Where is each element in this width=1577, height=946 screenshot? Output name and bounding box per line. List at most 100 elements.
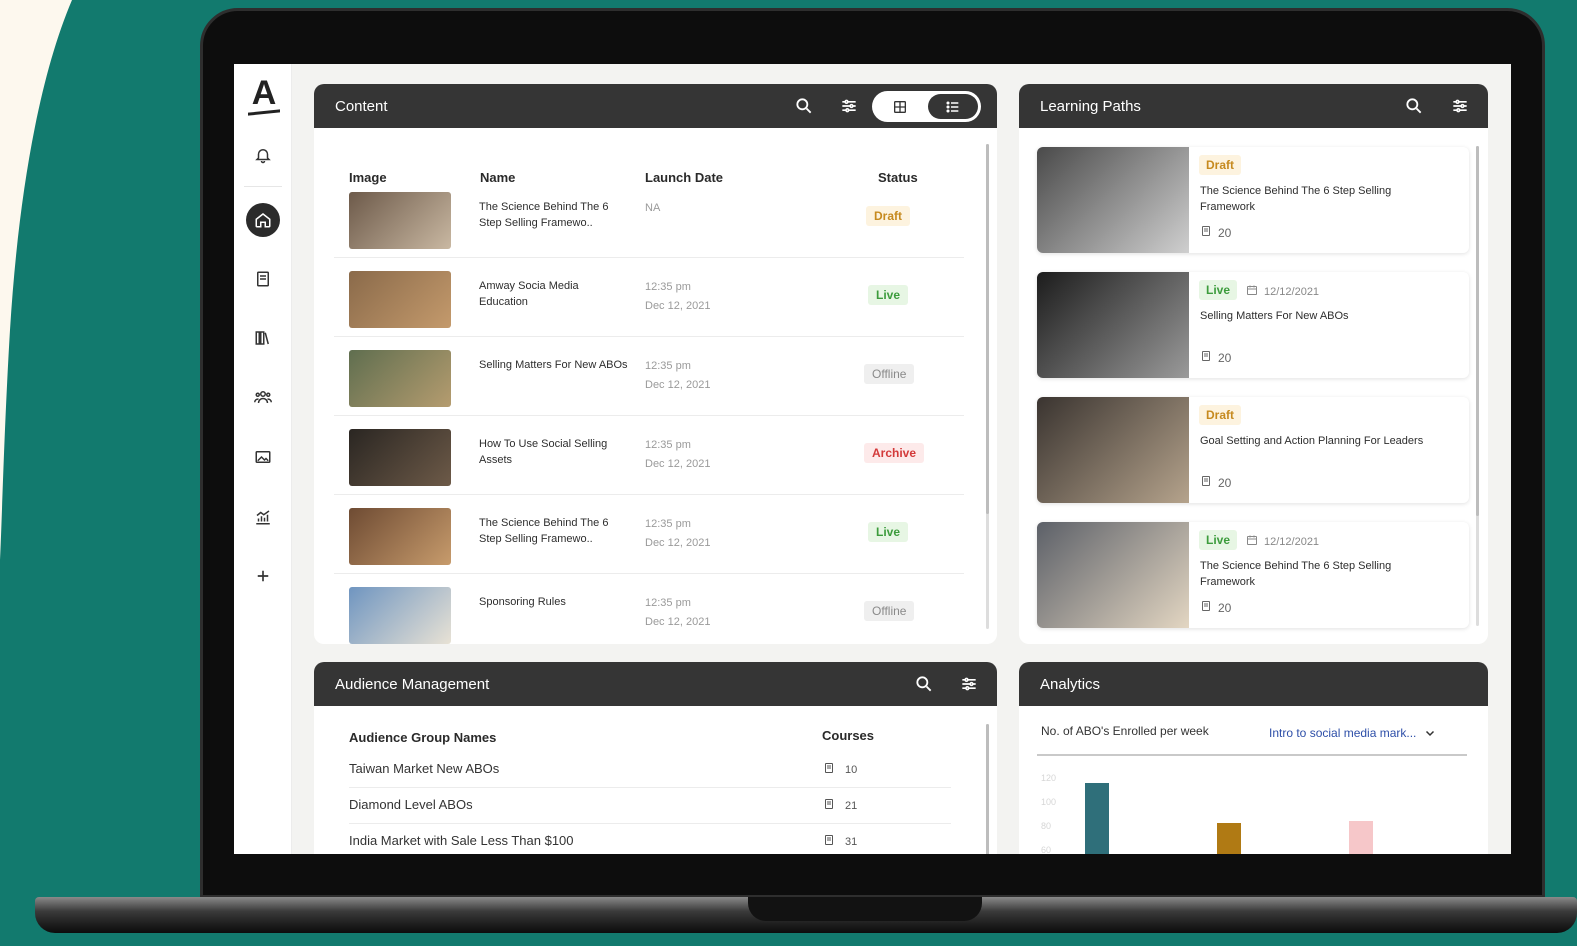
chart-bar bbox=[1349, 821, 1373, 854]
learning-path-image bbox=[1037, 397, 1189, 503]
book-icon bbox=[823, 834, 835, 849]
table-row[interactable]: Sponsoring Rules 12:35 pm Dec 12, 2021 Offl… bbox=[334, 574, 964, 644]
content-thumbnail bbox=[349, 508, 451, 565]
book-icon[interactable] bbox=[246, 262, 280, 296]
course-count: 31 bbox=[823, 834, 857, 849]
y-tick: 60 bbox=[1041, 845, 1052, 854]
audience-group-name: Taiwan Market New ABOs bbox=[349, 761, 500, 776]
status-badge: Live bbox=[868, 522, 909, 542]
course-count-value: 20 bbox=[1218, 350, 1232, 365]
filter-icon[interactable] bbox=[959, 674, 979, 694]
learning-path-title: The Science Behind The 6 Step Selling Fr… bbox=[1200, 560, 1392, 588]
table-row[interactable]: Selling Matters For New ABOs 12:35 pm Dec … bbox=[334, 337, 964, 416]
audience-group-name: Diamond Level ABOs bbox=[349, 797, 473, 812]
learning-path-title: Selling Matters For New ABOs bbox=[1200, 310, 1349, 322]
audience-title: Audience Management bbox=[335, 675, 490, 693]
analytics-icon[interactable] bbox=[246, 500, 280, 534]
launch-time: 12:35 pm bbox=[645, 360, 691, 372]
course-count: 10 bbox=[823, 762, 857, 777]
content-name: The Science Behind The 6 Step Selling Fr… bbox=[479, 201, 609, 229]
view-toggle bbox=[872, 91, 981, 122]
table-row[interactable]: Taiwan Market New ABOs 10 bbox=[349, 752, 951, 788]
y-tick: 100 bbox=[1041, 797, 1057, 807]
status-badge: Draft bbox=[1199, 405, 1242, 425]
course-count: 20 bbox=[1200, 225, 1231, 240]
book-icon bbox=[1200, 475, 1212, 490]
table-row[interactable]: Amway Socia Media Education 12:35 pm Dec 1… bbox=[334, 258, 964, 337]
column-header-courses: Courses bbox=[822, 728, 875, 743]
analytics-title: Analytics bbox=[1040, 675, 1101, 693]
chart-bar bbox=[1085, 782, 1109, 854]
plus-icon[interactable] bbox=[246, 559, 280, 593]
content-panel: Content Image Name Launch Date Status Th… bbox=[314, 84, 997, 644]
home-icon[interactable] bbox=[246, 203, 280, 237]
nav-rail: A bbox=[234, 64, 292, 854]
status-badge: Live bbox=[1199, 530, 1238, 550]
course-count-value: 31 bbox=[845, 835, 858, 848]
learning-path-image bbox=[1037, 522, 1189, 628]
learning-path-image bbox=[1037, 147, 1189, 253]
app-screen: A Content Image Name Launch Date Status … bbox=[234, 64, 1511, 854]
status-badge: Live bbox=[1199, 280, 1238, 300]
brand-logo[interactable]: A bbox=[248, 74, 280, 113]
launch-date: 12:35 pm Dec 12, 2021 bbox=[645, 357, 755, 395]
learning-path-card[interactable]: Live 12/12/2021 Selling Matters For New AB… bbox=[1037, 272, 1469, 378]
table-row[interactable]: Diamond Level ABOs 21 bbox=[349, 788, 951, 824]
launch-date: 12:35 pm Dec 12, 2021 bbox=[645, 278, 755, 316]
table-row[interactable]: The Science Behind The 6 Step Selling Fr… bbox=[334, 495, 964, 574]
learning-path-card[interactable]: Draft The Science Behind The 6 Step Selli… bbox=[1037, 147, 1469, 253]
laptop-notch bbox=[748, 897, 982, 921]
grid-view-icon[interactable] bbox=[876, 94, 924, 119]
content-title: Content bbox=[335, 97, 388, 115]
course-select[interactable]: Intro to social media mark... bbox=[1269, 726, 1436, 740]
chart-bar bbox=[1217, 823, 1241, 854]
content-scrollbar[interactable] bbox=[986, 144, 989, 629]
launch-date: NA bbox=[645, 199, 755, 218]
column-header-audience-group: Audience Group Names bbox=[349, 730, 497, 745]
content-thumbnail bbox=[349, 350, 451, 407]
people-icon[interactable] bbox=[246, 380, 280, 414]
search-icon[interactable] bbox=[914, 674, 934, 694]
course-count: 20 bbox=[1200, 600, 1231, 615]
learning-path-card[interactable]: Draft Goal Setting and Action Planning Fo… bbox=[1037, 397, 1469, 503]
learning-path-card[interactable]: Live 12/12/2021 The Science Behind The 6 S… bbox=[1037, 522, 1469, 628]
status-badge: Offline bbox=[864, 601, 915, 621]
search-icon[interactable] bbox=[1404, 96, 1424, 116]
learning-path-image bbox=[1037, 272, 1189, 378]
status-badge: Offline bbox=[864, 364, 915, 384]
book-icon bbox=[823, 762, 835, 777]
filter-icon[interactable] bbox=[1450, 96, 1470, 116]
launch-day: Dec 12, 2021 bbox=[645, 537, 711, 549]
book-icon bbox=[1200, 225, 1212, 240]
calendar-icon bbox=[1246, 534, 1258, 549]
filter-icon[interactable] bbox=[839, 96, 859, 116]
course-count-value: 10 bbox=[845, 763, 858, 776]
table-row[interactable]: India Market with Sale Less Than $100 31 bbox=[349, 824, 951, 854]
date-text: 12/12/2021 bbox=[1264, 285, 1320, 298]
launch-day: Dec 12, 2021 bbox=[645, 300, 711, 312]
chevron-down-icon bbox=[1426, 730, 1435, 737]
learning-path-date: 12/12/2021 bbox=[1246, 284, 1319, 299]
table-row[interactable]: How To Use Social Selling Assets 12:35 pm… bbox=[334, 416, 964, 495]
list-view-icon[interactable] bbox=[928, 94, 978, 119]
learning-paths-panel: Learning Paths Draft The Science Behind T… bbox=[1019, 84, 1488, 644]
launch-time: NA bbox=[645, 202, 661, 214]
course-select-value: Intro to social media mark... bbox=[1269, 726, 1417, 740]
library-icon[interactable] bbox=[246, 321, 280, 355]
course-count-value: 21 bbox=[845, 799, 858, 812]
table-row[interactable]: The Science Behind The 6 Step Selling Fr… bbox=[334, 179, 964, 258]
learning-path-date: 12/12/2021 bbox=[1246, 534, 1319, 549]
analytics-panel: Analytics No. of ABO's Enrolled per week… bbox=[1019, 662, 1488, 854]
learning-paths-scrollbar[interactable] bbox=[1476, 146, 1479, 626]
audience-scrollbar[interactable] bbox=[986, 724, 989, 854]
select-underline bbox=[1037, 754, 1467, 756]
search-icon[interactable] bbox=[794, 96, 814, 116]
rail-divider bbox=[244, 186, 282, 187]
y-tick: 120 bbox=[1041, 773, 1057, 783]
course-count: 20 bbox=[1200, 350, 1231, 365]
course-count: 21 bbox=[823, 798, 857, 813]
image-icon[interactable] bbox=[246, 440, 280, 474]
launch-time: 12:35 pm bbox=[645, 597, 691, 609]
bell-icon[interactable] bbox=[246, 138, 280, 172]
launch-date: 12:35 pm Dec 12, 2021 bbox=[645, 594, 755, 632]
